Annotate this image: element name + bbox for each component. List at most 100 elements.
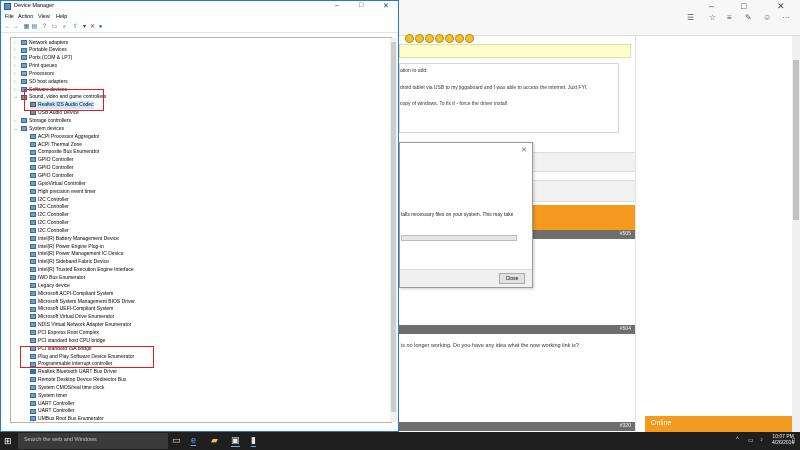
smiley-icon[interactable] (415, 34, 424, 43)
browser-maximize-button[interactable]: □ (741, 1, 746, 11)
monitor-icon[interactable]: ▭ (51, 24, 58, 31)
tree-device[interactable]: PCI standard host CPU bridge (30, 337, 105, 345)
collapse-arrow-icon[interactable]: ⌄ (14, 126, 18, 132)
tree-device[interactable]: Composite Bus Enumerator (30, 148, 99, 156)
tree-device[interactable]: NDIS Virtual Network Adapter Enumerator (30, 321, 131, 329)
tree-device[interactable]: Microsoft System Management BIOS Driver (30, 298, 135, 306)
dialog-close-icon[interactable]: ✕ (521, 146, 527, 154)
tree-device[interactable]: Intel(R) Power Engine Plug-in (30, 243, 104, 251)
maximize-button[interactable]: □ (359, 2, 363, 9)
menu-action[interactable]: Action (18, 14, 33, 20)
notification-chevron-icon[interactable]: ^ (736, 437, 739, 443)
menu-file[interactable]: File (5, 14, 14, 20)
more-icon[interactable]: ··· (782, 13, 790, 22)
action-center-icon[interactable]: ▯ (792, 437, 795, 444)
minimize-button[interactable]: – (335, 2, 339, 9)
windows-start-icon[interactable]: ⊞ (4, 436, 12, 447)
update-driver-icon[interactable]: ⇧ (72, 24, 79, 31)
expand-arrow-icon[interactable]: › (14, 87, 16, 92)
dialog-close-button[interactable]: Close (499, 273, 525, 284)
favorites-star-icon[interactable]: ☆ (709, 13, 716, 22)
tree-device[interactable]: GPIO Controller (30, 156, 74, 164)
smiley-icon[interactable] (445, 34, 454, 43)
battery-icon[interactable]: ▭ (748, 437, 754, 444)
tree-category[interactable]: Ports (COM & LPT) (21, 54, 72, 62)
tree-device[interactable]: UART Controller (30, 407, 75, 415)
tree-category[interactable]: System devices (21, 125, 64, 133)
tree-device[interactable]: High precision event timer (30, 188, 96, 196)
tree-category[interactable]: Processors (21, 70, 54, 78)
tree-device[interactable]: Legacy device (30, 282, 70, 290)
file-explorer-icon[interactable]: ▰ (211, 435, 218, 446)
tree-device[interactable]: Microsoft ACPI-Compliant System (30, 290, 113, 298)
share-icon[interactable]: ☺ (763, 13, 771, 22)
tree-category[interactable]: Network adapters (21, 39, 68, 47)
tree-device[interactable]: I2C Controller (30, 203, 69, 211)
device-manager-taskbar-icon[interactable]: ▣ (231, 435, 240, 447)
tree-device[interactable]: Realtek Bluetooth UART Bus Driver (30, 368, 117, 376)
expand-arrow-icon[interactable]: › (14, 71, 16, 76)
tree-device[interactable]: PCI Express Root Complex (30, 329, 99, 337)
tree-device[interactable]: GpioVirtual Controller (30, 180, 86, 188)
tree-device[interactable]: Intel(R) Battery Management Device (30, 235, 119, 243)
tree-device[interactable]: I2C Controller (30, 227, 69, 235)
tree-device[interactable]: Intel(R) Power Management IC Device (30, 250, 124, 258)
tree-device[interactable]: UMBus Root Bus Enumerator (30, 415, 104, 422)
disable-device-icon[interactable]: ▾ (81, 24, 88, 31)
tree-device[interactable]: Microsoft UEFI-Compliant System (30, 305, 113, 313)
volume-icon[interactable]: ♪ (760, 437, 763, 443)
tree-device[interactable]: I2C Controller (30, 219, 69, 227)
tree-category[interactable]: SD host adapters (21, 78, 68, 86)
smiley-icon[interactable] (455, 34, 464, 43)
tree-device[interactable]: Remote Desktop Device Redirector Bus (30, 376, 126, 384)
expand-arrow-icon[interactable]: › (14, 79, 16, 84)
properties-icon[interactable]: ▦ (23, 24, 30, 31)
tree-device[interactable]: ACPI Processor Aggregator (30, 133, 99, 141)
hub-icon[interactable]: ≡ (727, 13, 732, 22)
expand-arrow-icon[interactable]: › (14, 47, 16, 52)
task-view-icon[interactable]: ▭ (172, 435, 181, 446)
tree-scrollbar-thumb[interactable] (391, 42, 396, 412)
expand-arrow-icon[interactable]: › (14, 55, 16, 60)
tree-device[interactable]: System timer (30, 392, 67, 400)
tree-device[interactable]: GPIO Controller (30, 172, 74, 180)
tree-device[interactable]: Intel(R) Sideband Fabric Device (30, 258, 109, 266)
collapse-arrow-icon[interactable]: ⌄ (14, 94, 18, 100)
tree-category[interactable]: Storage controllers (21, 117, 71, 125)
scan-hardware-icon[interactable]: ⌕ (61, 24, 68, 31)
tree-category[interactable]: Print queues (21, 62, 57, 70)
tree-device[interactable]: GPIO Controller (30, 164, 74, 172)
expand-arrow-icon[interactable]: › (14, 118, 16, 123)
online-chat-box[interactable]: Online (645, 416, 792, 432)
smiley-icon[interactable] (465, 34, 474, 43)
title-bar[interactable]: Device Manager – □ ✕ (1, 1, 398, 13)
clock[interactable]: 10:07 PM 4/26/2016 (772, 434, 794, 446)
expand-arrow-icon[interactable]: › (14, 40, 16, 45)
enable-icon[interactable]: ● (97, 24, 104, 31)
forward-arrow-icon[interactable]: → (12, 24, 19, 31)
dialog-taskbar-icon[interactable]: ▮ (251, 435, 256, 447)
menu-help[interactable]: Help (56, 14, 67, 20)
browser-close-button[interactable]: ✕ (777, 1, 785, 12)
tree-device[interactable]: IWD Bus Enumerator (30, 274, 85, 282)
uninstall-icon[interactable]: ✕ (89, 24, 96, 31)
smiley-icon[interactable] (435, 34, 444, 43)
tree-device[interactable]: Intel(R) Trusted Execution Engine Interf… (30, 266, 134, 274)
tree-device[interactable]: I2C Controller (30, 196, 69, 204)
smiley-icon[interactable] (405, 34, 414, 43)
tree-device[interactable]: Microsoft Virtual Drive Enumerator (30, 313, 114, 321)
sheet-icon[interactable]: ▤ (31, 24, 38, 31)
tree-device[interactable]: I2C Controller (30, 211, 69, 219)
tree-device[interactable]: System CMOS/real time clock (30, 384, 104, 392)
web-note-icon[interactable]: ✎ (745, 13, 752, 22)
browser-scrollbar-thumb[interactable] (793, 60, 799, 220)
tree-device[interactable]: UART Controller (30, 400, 75, 408)
close-button[interactable]: ✕ (383, 2, 389, 10)
edge-browser-icon[interactable]: e (191, 435, 197, 446)
expand-arrow-icon[interactable]: › (14, 63, 16, 68)
smiley-icon[interactable] (425, 34, 434, 43)
back-arrow-icon[interactable]: ← (4, 24, 11, 31)
menu-view[interactable]: View (38, 14, 50, 20)
reading-view-icon[interactable]: ☰ (687, 13, 694, 22)
tree-device[interactable]: ACPI Thermal Zone (30, 141, 82, 149)
